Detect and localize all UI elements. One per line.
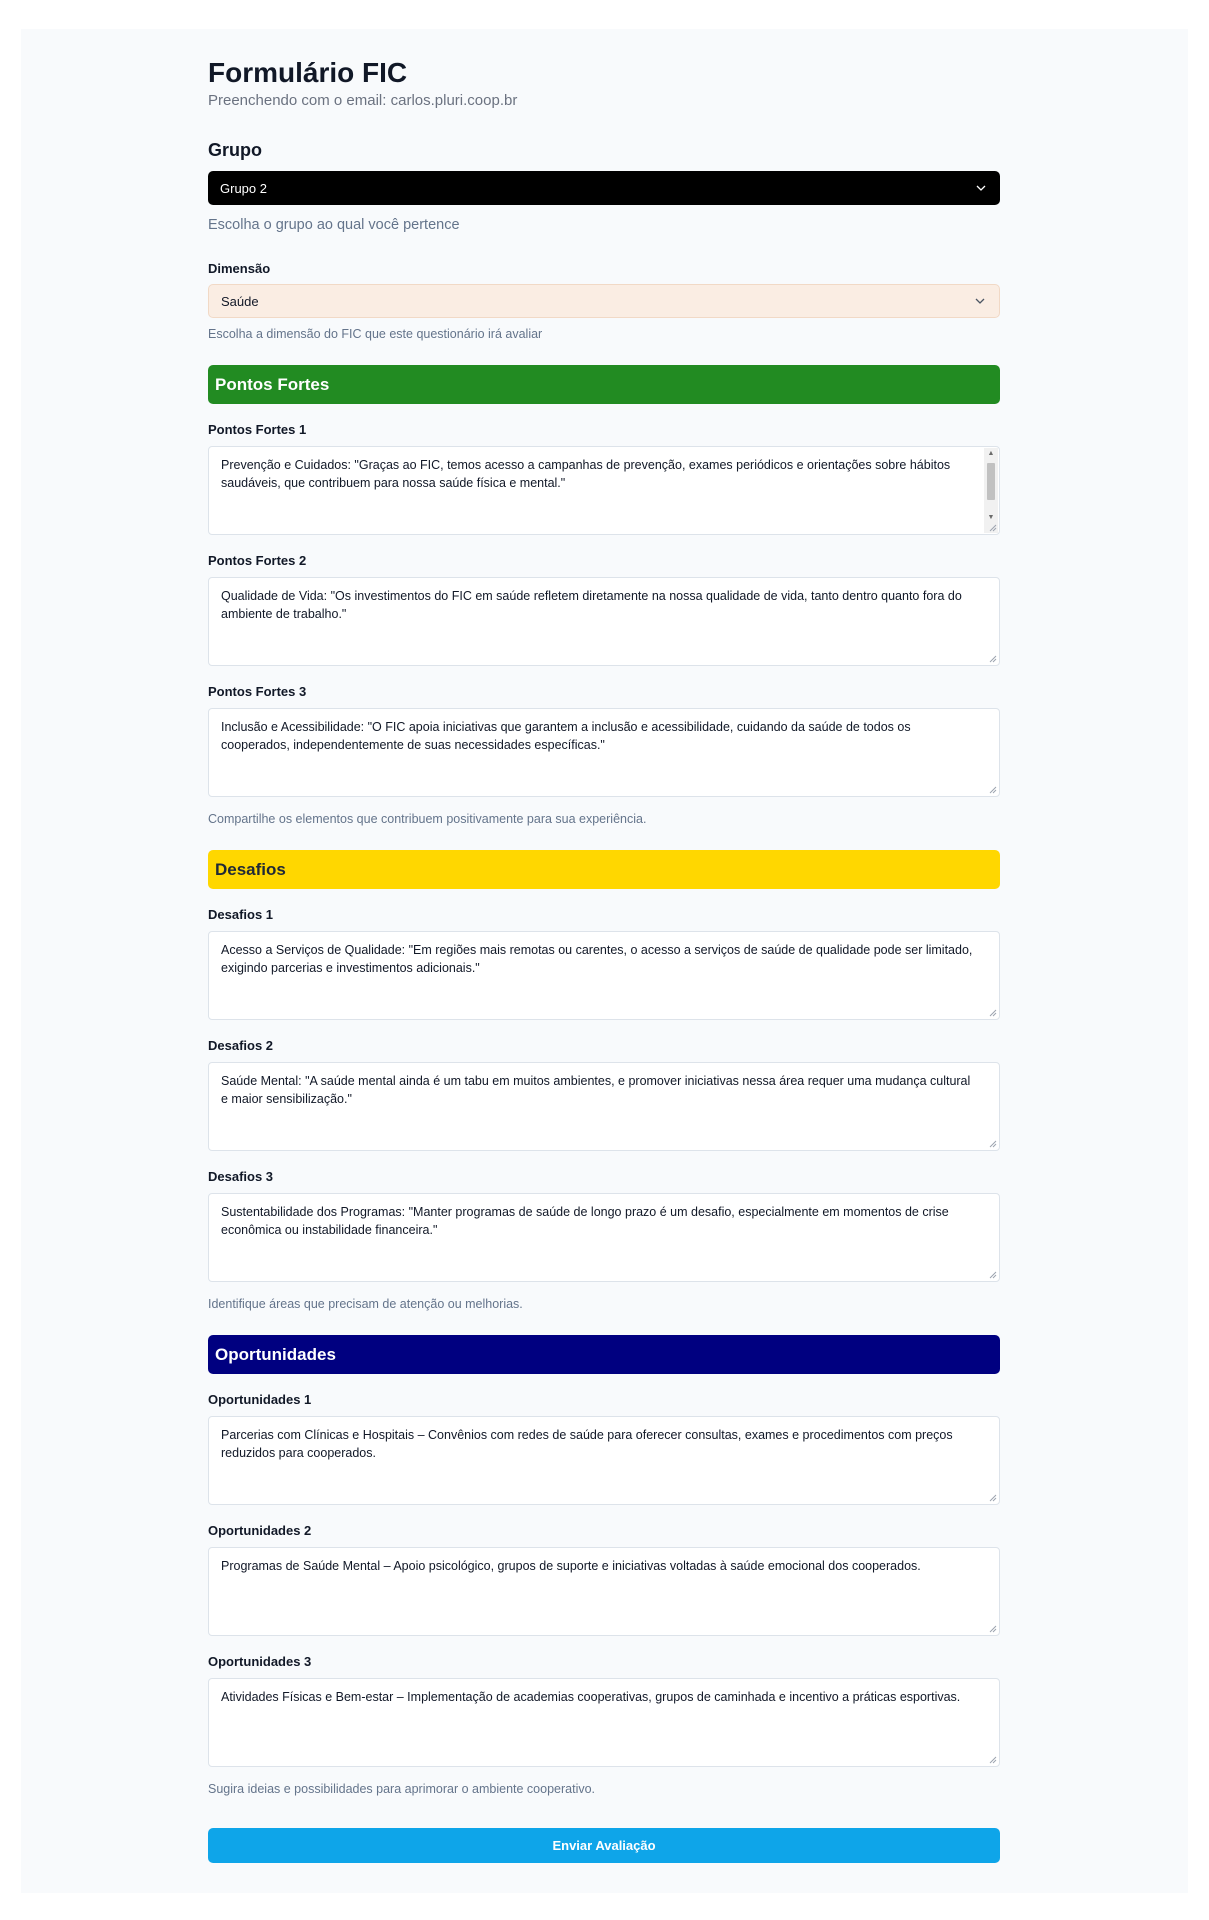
desafios-3-textarea[interactable]: Sustentabilidade dos Programas: "Manter … bbox=[208, 1193, 1000, 1282]
section-desafios: Desafios bbox=[208, 850, 1000, 889]
oportunidades-1-text: Parcerias com Clínicas e Hospitais – Con… bbox=[221, 1428, 953, 1460]
grupo-label: Grupo bbox=[208, 140, 262, 160]
chevron-down-icon bbox=[973, 294, 987, 308]
desafios-2-text: Saúde Mental: "A saúde mental ainda é um… bbox=[221, 1074, 971, 1106]
oportunidades-1-textarea[interactable]: Parcerias com Clínicas e Hospitais – Con… bbox=[208, 1416, 1000, 1505]
pontos-fortes-1-label: Pontos Fortes 1 bbox=[208, 422, 307, 437]
desafios-1-text: Acesso a Serviços de Qualidade: "Em regi… bbox=[221, 943, 973, 975]
pontos-fortes-1-text: Prevenção e Cuidados: "Graças ao FIC, te… bbox=[221, 458, 951, 490]
pontos-fortes-2-textarea[interactable]: Qualidade de Vida: "Os investimentos do … bbox=[208, 577, 1000, 666]
oportunidades-3-textarea[interactable]: Atividades Físicas e Bem-estar – Impleme… bbox=[208, 1678, 1000, 1767]
pontos-fortes-3-text: Inclusão e Acessibilidade: "O FIC apoia … bbox=[221, 720, 911, 752]
pontos-fortes-2-text: Qualidade de Vida: "Os investimentos do … bbox=[221, 589, 962, 621]
oportunidades-help: Sugira ideias e possibilidades para apri… bbox=[208, 1782, 596, 1796]
resize-grip-icon[interactable] bbox=[988, 523, 997, 532]
resize-grip-icon[interactable] bbox=[988, 654, 997, 663]
chevron-down-icon bbox=[974, 181, 988, 195]
oportunidades-2-textarea[interactable]: Programas de Saúde Mental – Apoio psicol… bbox=[208, 1547, 1000, 1636]
resize-grip-icon[interactable] bbox=[988, 785, 997, 794]
resize-grip-icon[interactable] bbox=[988, 1008, 997, 1017]
desafios-2-label: Desafios 2 bbox=[208, 1038, 274, 1053]
page-background: Formulário FIC Preenchendo com o email: … bbox=[21, 29, 1188, 1893]
oportunidades-3-label: Oportunidades 3 bbox=[208, 1654, 312, 1669]
page-title: Formulário FIC bbox=[208, 57, 408, 88]
desafios-3-text: Sustentabilidade dos Programas: "Manter … bbox=[221, 1205, 949, 1237]
desafios-1-label: Desafios 1 bbox=[208, 907, 274, 922]
resize-grip-icon[interactable] bbox=[988, 1493, 997, 1502]
oportunidades-1-label: Oportunidades 1 bbox=[208, 1392, 312, 1407]
pontos-fortes-2-label: Pontos Fortes 2 bbox=[208, 553, 307, 568]
desafios-2-textarea[interactable]: Saúde Mental: "A saúde mental ainda é um… bbox=[208, 1062, 1000, 1151]
pontos-fortes-help: Compartilhe os elementos que contribuem … bbox=[208, 812, 647, 826]
scroll-thumb[interactable] bbox=[987, 463, 995, 500]
oportunidades-3-text: Atividades Físicas e Bem-estar – Impleme… bbox=[221, 1690, 961, 1704]
resize-grip-icon[interactable] bbox=[988, 1270, 997, 1279]
oportunidades-2-text: Programas de Saúde Mental – Apoio psicol… bbox=[221, 1559, 921, 1573]
dimensao-select-value: Saúde bbox=[221, 293, 259, 309]
desafios-3-label: Desafios 3 bbox=[208, 1169, 274, 1184]
dimensao-help: Escolha a dimensão do FIC que este quest… bbox=[208, 327, 543, 341]
resize-grip-icon[interactable] bbox=[988, 1139, 997, 1148]
pontos-fortes-3-textarea[interactable]: Inclusão e Acessibilidade: "O FIC apoia … bbox=[208, 708, 1000, 797]
pontos-fortes-1-textarea[interactable]: Prevenção e Cuidados: "Graças ao FIC, te… bbox=[208, 446, 1000, 535]
textarea-scrollbar[interactable]: ▲ ▼ bbox=[984, 448, 998, 533]
dimensao-label: Dimensão bbox=[208, 261, 271, 276]
resize-grip-icon[interactable] bbox=[988, 1624, 997, 1633]
page-subtitle: Preenchendo com o email: carlos.pluri.co… bbox=[208, 92, 518, 109]
submit-button[interactable]: Enviar Avaliação bbox=[208, 1828, 1000, 1863]
grupo-help: Escolha o grupo ao qual você pertence bbox=[208, 217, 460, 233]
desafios-help: Identifique áreas que precisam de atençã… bbox=[208, 1297, 523, 1311]
pontos-fortes-3-label: Pontos Fortes 3 bbox=[208, 684, 307, 699]
oportunidades-2-label: Oportunidades 2 bbox=[208, 1523, 312, 1538]
grupo-select[interactable]: Grupo 2 bbox=[208, 171, 1000, 205]
desafios-1-textarea[interactable]: Acesso a Serviços de Qualidade: "Em regi… bbox=[208, 931, 1000, 1020]
section-oportunidades: Oportunidades bbox=[208, 1335, 1000, 1374]
section-pontos-fortes: Pontos Fortes bbox=[208, 365, 1000, 404]
dimensao-select[interactable]: Saúde bbox=[208, 284, 1000, 318]
resize-grip-icon[interactable] bbox=[988, 1755, 997, 1764]
scroll-up-arrow-icon[interactable]: ▲ bbox=[984, 448, 998, 460]
grupo-select-value: Grupo 2 bbox=[220, 180, 267, 196]
